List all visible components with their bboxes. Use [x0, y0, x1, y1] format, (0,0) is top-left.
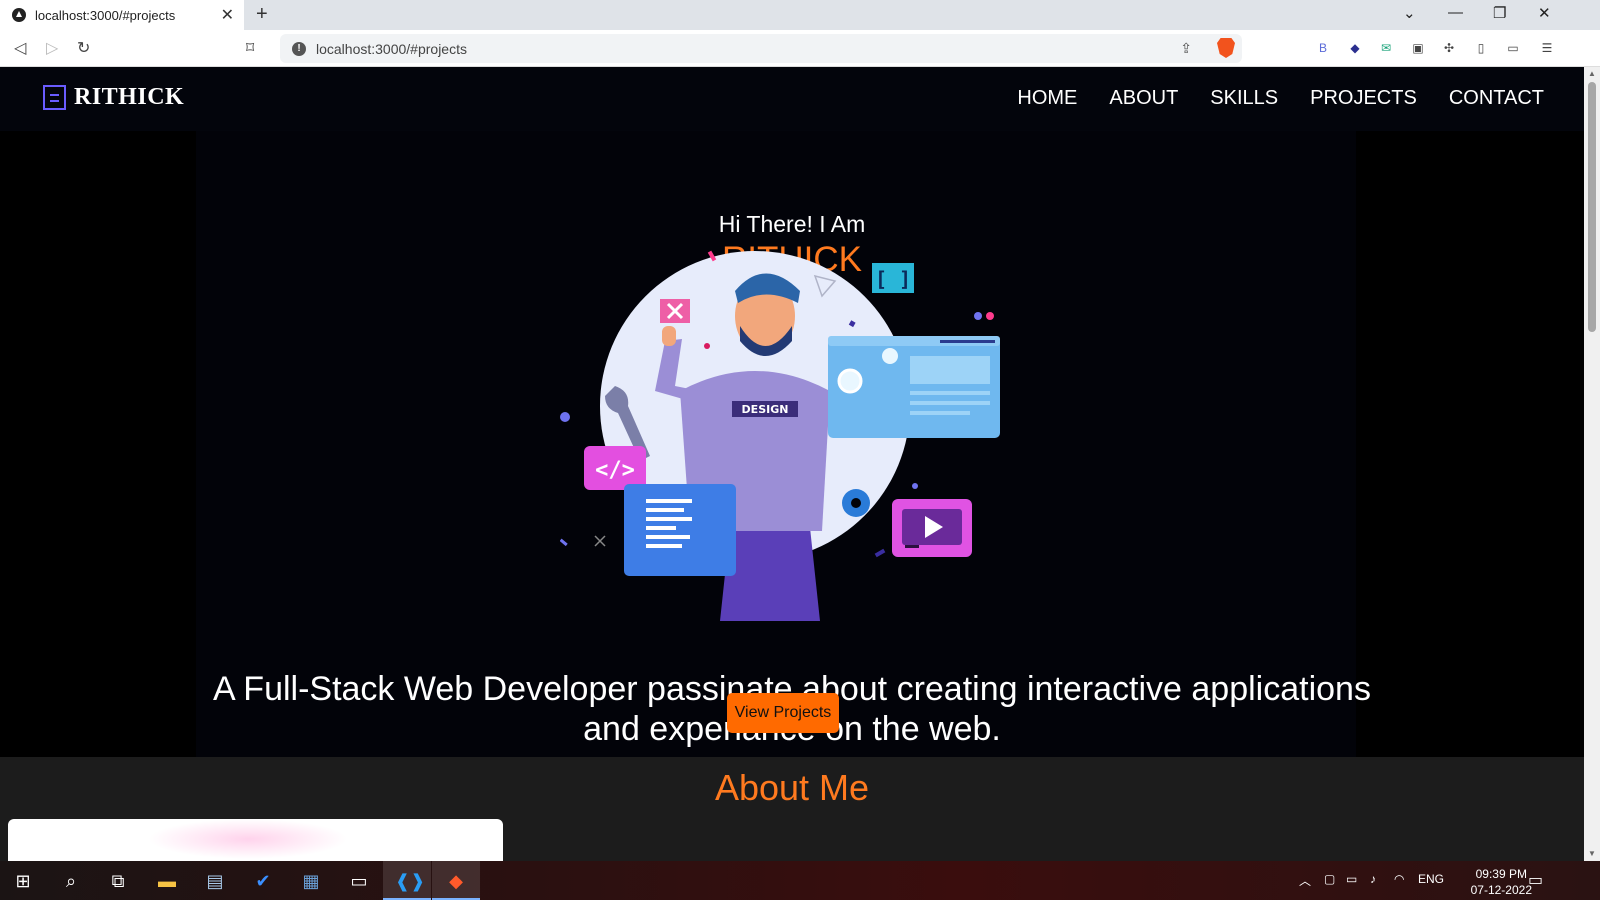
hero-greeting: Hi There! I Am	[718, 211, 866, 237]
tab-title: localhost:3000/#projects	[35, 7, 176, 23]
about-title: About Me	[714, 767, 870, 808]
os-taskbar: ⊞ ⌕ ⧉ ▬ ▤ ✔ ▦ ▭ ❰❱ ◆ ︿ ▢ ▭ ♪ ◠ ENG 09:39…	[0, 861, 1600, 900]
minimize-icon[interactable]: —	[1448, 4, 1463, 21]
nav-contact[interactable]: CONTACT	[1449, 87, 1544, 110]
nav-links: HOME ABOUT SKILLS PROJECTS CONTACT	[1017, 87, 1544, 110]
logo-icon	[43, 85, 66, 110]
photos-icon[interactable]: ▤	[203, 869, 227, 893]
vscode-icon[interactable]: ❰❱	[395, 869, 425, 893]
task-view-icon[interactable]: ⧉	[106, 869, 130, 893]
logo-text: RITHICK	[74, 84, 185, 110]
wifi-icon[interactable]: ◠	[1394, 872, 1404, 886]
nav-home[interactable]: HOME	[1017, 87, 1077, 110]
web-page: RITHICK HOME ABOUT SKILLS PROJECTS CONTA…	[0, 67, 1584, 861]
browser-tab[interactable]: localhost:3000/#projects ✕	[0, 0, 244, 30]
nav-about[interactable]: ABOUT	[1109, 87, 1178, 110]
picture-in-picture-icon[interactable]: ▣	[1410, 40, 1426, 56]
url-text: localhost:3000/#projects	[316, 40, 467, 57]
close-tab-icon[interactable]: ✕	[221, 5, 234, 25]
address-bar[interactable]: ! localhost:3000/#projects ⇪	[280, 34, 1242, 63]
file-explorer-icon[interactable]: ▬	[155, 869, 179, 893]
new-tab-button[interactable]: +	[256, 3, 268, 26]
extension-hat-icon[interactable]: ◆	[1347, 40, 1363, 56]
restore-icon[interactable]: ❐	[1493, 4, 1506, 22]
svg-text:[ ]: [ ]	[875, 267, 911, 291]
volume-icon[interactable]: ♪	[1370, 872, 1376, 886]
site-navbar: RITHICK HOME ABOUT SKILLS PROJECTS CONTA…	[0, 67, 1584, 131]
meet-icon[interactable]: ▢	[1324, 872, 1335, 886]
reload-icon[interactable]: ↻	[77, 38, 90, 58]
forward-icon[interactable]: ▷	[46, 38, 58, 58]
terminal-icon[interactable]: ▭	[347, 869, 371, 893]
sidebar-icon[interactable]: ▯	[1473, 40, 1489, 56]
hero-illustration: [ ] DESIGN </>	[560, 250, 1000, 621]
about-card	[8, 819, 503, 861]
tab-strip: localhost:3000/#projects ✕ + ⌄ — ❐ ✕	[0, 0, 1600, 30]
page-scrollbar[interactable]: ▲ ▼	[1584, 67, 1600, 861]
svg-text:</>: </>	[595, 458, 635, 483]
search-icon[interactable]: ⌕	[59, 869, 83, 893]
close-window-icon[interactable]: ✕	[1538, 4, 1551, 22]
site-info-icon[interactable]: !	[292, 41, 306, 56]
back-icon[interactable]: ◁	[14, 38, 26, 58]
bookmark-icon[interactable]: ⌑	[246, 38, 254, 58]
scroll-down-icon[interactable]: ▼	[1588, 849, 1596, 858]
share-icon[interactable]: ⇪	[1180, 40, 1192, 57]
extension-b-icon[interactable]: B	[1315, 40, 1331, 56]
nav-projects[interactable]: PROJECTS	[1310, 87, 1417, 110]
nav-skills[interactable]: SKILLS	[1210, 87, 1278, 110]
clock-date: 07-12-2022	[1470, 883, 1532, 897]
notifications-icon[interactable]: ▭	[1528, 870, 1543, 890]
scroll-up-icon[interactable]: ▲	[1588, 69, 1596, 78]
tray-expand-icon[interactable]: ︿	[1299, 872, 1311, 889]
windows-start-icon[interactable]: ⊞	[11, 869, 35, 893]
wallet-icon[interactable]: ▭	[1505, 40, 1521, 56]
clock-time: 09:39 PM	[1475, 867, 1527, 881]
view-projects-button[interactable]: View Projects	[727, 693, 839, 733]
tab-search-icon[interactable]: ⌄	[1403, 4, 1416, 22]
site-favicon-icon	[12, 8, 26, 22]
calculator-icon[interactable]: ▦	[299, 869, 323, 893]
svg-text:DESIGN: DESIGN	[742, 403, 789, 416]
site-logo[interactable]: RITHICK	[43, 84, 184, 111]
extensions-puzzle-icon[interactable]: ✣	[1441, 40, 1457, 56]
about-section: About Me	[0, 757, 1584, 861]
scroll-thumb[interactable]	[1588, 82, 1596, 332]
language-indicator[interactable]: ENG	[1418, 872, 1444, 886]
todo-icon[interactable]: ✔	[251, 869, 275, 893]
battery-icon[interactable]: ▭	[1346, 872, 1357, 886]
menu-icon[interactable]: ☰	[1539, 40, 1555, 56]
hero-section: Hi There! I Am RITHICK [ ] DESIGN	[0, 131, 1584, 757]
brave-browser-icon[interactable]: ◆	[444, 869, 468, 893]
taskbar-clock[interactable]: 09:39 PM 07-12-2022	[1471, 866, 1532, 898]
extension-mail-icon[interactable]: ✉	[1378, 40, 1394, 56]
